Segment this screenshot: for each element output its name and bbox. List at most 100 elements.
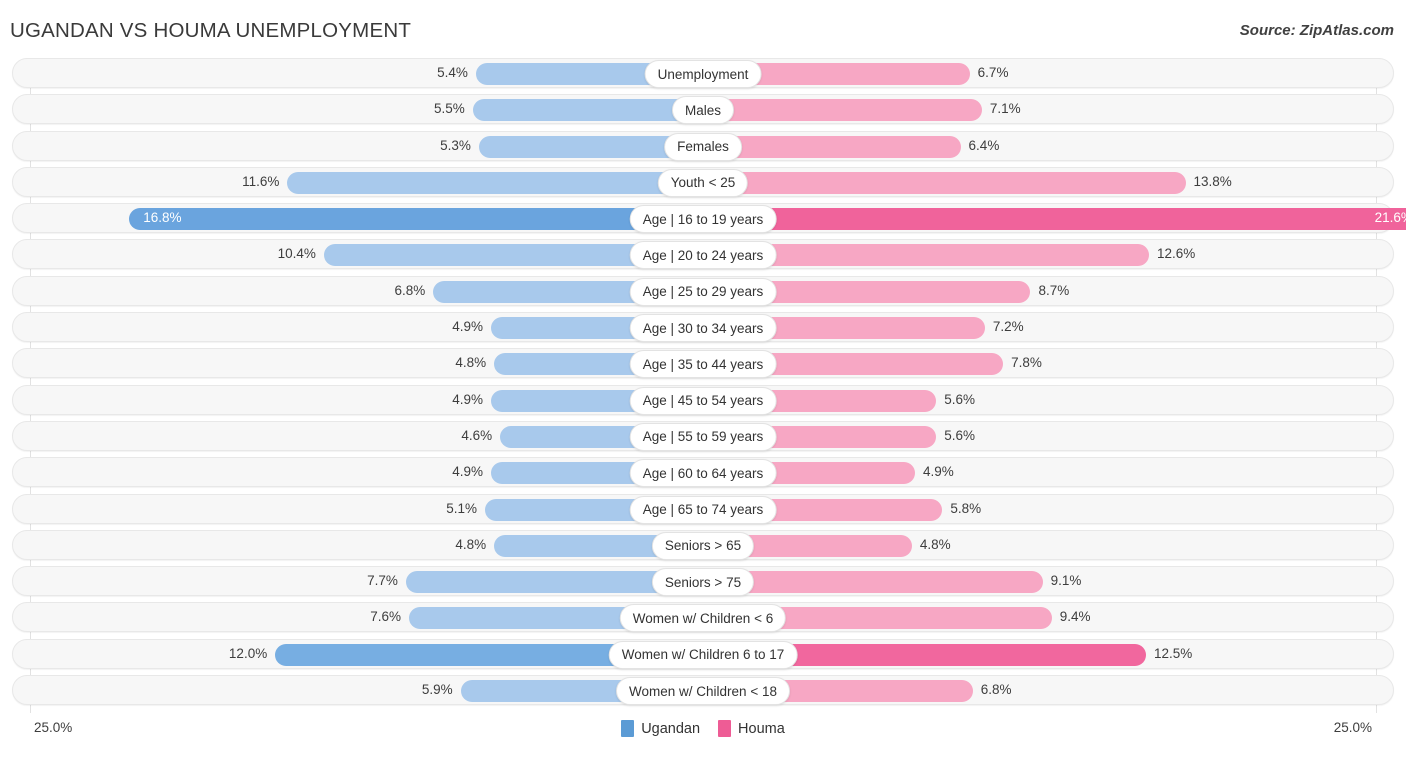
bar-row-inner: 16.8% 21.6% Age | 16 to 19 years	[13, 204, 1406, 234]
bar-houma	[704, 135, 961, 158]
category-label-pill: Youth < 25	[657, 168, 749, 197]
bar-row: 5.9% 6.8% Women w/ Children < 18	[12, 675, 1394, 706]
page-title: UGANDAN VS HOUMA UNEMPLOYMENT	[10, 19, 412, 42]
value-label-houma: 5.6%	[944, 427, 976, 443]
value-label-houma: 12.6%	[1157, 246, 1196, 262]
bar-row-inner: 11.6% 13.8% Youth < 25	[13, 168, 1393, 197]
value-label-ugandan: 4.8%	[455, 355, 487, 371]
bar-row-inner: 5.3% 6.4% Females	[13, 132, 1393, 161]
bar-row-inner: 5.1% 5.8% Age | 65 to 74 years	[13, 495, 1393, 524]
category-label-pill: Women w/ Children < 6	[619, 604, 787, 633]
value-label-houma: 21.6%	[1374, 210, 1406, 226]
bar-row: 5.4% 6.7% Unemployment	[12, 58, 1394, 88]
bar-row-inner: 5.9% 6.8% Women w/ Children < 18	[13, 676, 1393, 706]
bar-row-inner: 4.9% 5.6% Age | 45 to 54 years	[13, 386, 1393, 415]
bar-row-inner: 7.7% 9.1% Seniors > 75	[13, 567, 1393, 597]
value-label-ugandan: 4.9%	[452, 319, 484, 335]
bar-row: 11.6% 13.8% Youth < 25	[12, 166, 1394, 197]
bar-row: 4.9% 7.2% Age | 30 to 34 years	[12, 312, 1394, 343]
value-label-ugandan: 16.8%	[143, 210, 182, 226]
bar-row: 4.8% 7.8% Age | 35 to 44 years	[12, 348, 1394, 379]
category-label-pill: Age | 45 to 54 years	[629, 386, 777, 415]
legend-item[interactable]: Ugandan	[621, 720, 700, 737]
value-label-ugandan: 7.7%	[367, 573, 398, 589]
legend-swatch-ugandan	[621, 720, 635, 737]
bar-row-inner: 12.0% 12.5% Women w/ Children 6 to 17	[13, 640, 1393, 669]
category-label-pill: Age | 20 to 24 years	[629, 241, 777, 270]
value-label-houma: 6.8%	[980, 682, 1012, 698]
value-label-ugandan: 5.1%	[446, 500, 477, 516]
legend-item[interactable]: Houma	[718, 720, 785, 737]
bar-row-inner: 5.5% 7.1% Males	[13, 95, 1393, 125]
category-label-pill: Age | 25 to 29 years	[629, 277, 777, 306]
bar-row: 7.6% 9.4% Women w/ Children < 6	[12, 602, 1394, 633]
value-label-ugandan: 7.6%	[370, 609, 401, 625]
bar-row: 16.8% 21.6% Age | 16 to 19 years	[12, 203, 1406, 234]
value-label-houma: 7.2%	[992, 319, 1024, 335]
bar-houma	[704, 208, 1406, 231]
category-label-pill: Age | 30 to 34 years	[629, 314, 777, 343]
chart-header: UGANDAN VS HOUMA UNEMPLOYMENT Source: Zi…	[0, 0, 1406, 58]
category-label-pill: Females	[664, 132, 742, 161]
bar-row-inner: 4.9% 7.2% Age | 30 to 34 years	[13, 313, 1393, 343]
value-label-houma: 5.8%	[950, 500, 982, 516]
bar-row: 5.5% 7.1% Males	[12, 94, 1394, 125]
bar-rows-container: 5.4% 6.7% Unemployment 5.5% 7.1% Males 5.3% 6.4…	[0, 58, 1406, 711]
value-label-houma: 7.8%	[1011, 355, 1042, 371]
bar-row: 5.1% 5.8% Age | 65 to 74 years	[12, 493, 1394, 524]
value-label-houma: 9.1%	[1050, 573, 1082, 589]
legend: Ugandan Houma	[0, 720, 1406, 737]
bar-row: 4.8% 4.8% Seniors > 65	[12, 529, 1394, 560]
bar-row-inner: 6.8% 8.7% Age | 25 to 29 years	[13, 277, 1393, 306]
value-label-houma: 6.4%	[968, 137, 1000, 153]
bar-row-inner: 4.8% 4.8% Seniors > 65	[13, 531, 1393, 560]
category-label-pill: Age | 65 to 74 years	[629, 495, 777, 524]
value-label-ugandan: 10.4%	[277, 246, 316, 262]
value-label-ugandan: 4.8%	[455, 536, 487, 552]
bar-row: 10.4% 12.6% Age | 20 to 24 years	[12, 239, 1394, 270]
value-label-ugandan: 12.0%	[228, 645, 268, 661]
chart-root: UGANDAN VS HOUMA UNEMPLOYMENT Source: Zi…	[0, 0, 1406, 757]
value-label-houma: 7.1%	[989, 101, 1021, 117]
bar-row: 5.3% 6.4% Females	[12, 130, 1394, 161]
bar-row: 4.9% 5.6% Age | 45 to 54 years	[12, 384, 1394, 415]
value-label-houma: 4.8%	[919, 536, 951, 552]
value-label-ugandan: 5.5%	[434, 101, 465, 117]
source-attribution: Source: ZipAtlas.com	[1239, 22, 1394, 39]
value-label-houma: 4.9%	[922, 464, 954, 480]
category-label-pill: Seniors > 65	[651, 531, 755, 560]
category-label-pill: Women w/ Children 6 to 17	[608, 640, 798, 669]
value-label-ugandan: 4.9%	[452, 391, 484, 407]
value-label-ugandan: 4.9%	[452, 464, 484, 480]
bar-row: 7.7% 9.1% Seniors > 75	[12, 566, 1394, 597]
bar-houma	[704, 171, 1186, 194]
legend-swatch-houma	[718, 720, 732, 737]
category-label-pill: Age | 16 to 19 years	[629, 205, 777, 234]
category-label-pill: Unemployment	[644, 60, 762, 88]
plot-area: 5.4% 6.7% Unemployment 5.5% 7.1% Males 5.3% 6.4…	[0, 58, 1406, 713]
value-label-ugandan: 6.8%	[394, 282, 426, 298]
category-label-pill: Seniors > 75	[651, 568, 755, 597]
chart-footer: 25.0% 25.0% Ugandan Houma	[0, 713, 1406, 757]
value-label-houma: 8.7%	[1038, 282, 1070, 298]
value-label-ugandan: 5.9%	[421, 682, 453, 698]
bar-row-inner: 4.9% 4.9% Age | 60 to 64 years	[13, 458, 1393, 488]
legend-label: Houma	[738, 720, 785, 737]
value-label-houma: 13.8%	[1193, 173, 1232, 189]
bar-row: 4.9% 4.9% Age | 60 to 64 years	[12, 457, 1394, 488]
category-label-pill: Age | 35 to 44 years	[629, 350, 777, 379]
bar-houma	[704, 99, 982, 122]
value-label-houma: 6.7%	[977, 65, 1009, 80]
bar-row-inner: 4.6% 5.6% Age | 55 to 59 years	[13, 422, 1393, 451]
bar-ugandan	[472, 99, 702, 122]
category-label-pill: Age | 55 to 59 years	[629, 422, 777, 451]
value-label-ugandan: 5.4%	[437, 65, 468, 80]
bar-row: 6.8% 8.7% Age | 25 to 29 years	[12, 275, 1394, 306]
category-label-pill: Males	[671, 96, 735, 125]
bar-row-inner: 10.4% 12.6% Age | 20 to 24 years	[13, 240, 1393, 270]
value-label-houma: 9.4%	[1059, 609, 1091, 625]
category-label-pill: Age | 60 to 64 years	[629, 459, 777, 488]
value-label-ugandan: 5.3%	[440, 137, 471, 153]
legend-label: Ugandan	[641, 720, 701, 737]
bar-ugandan	[129, 208, 702, 231]
